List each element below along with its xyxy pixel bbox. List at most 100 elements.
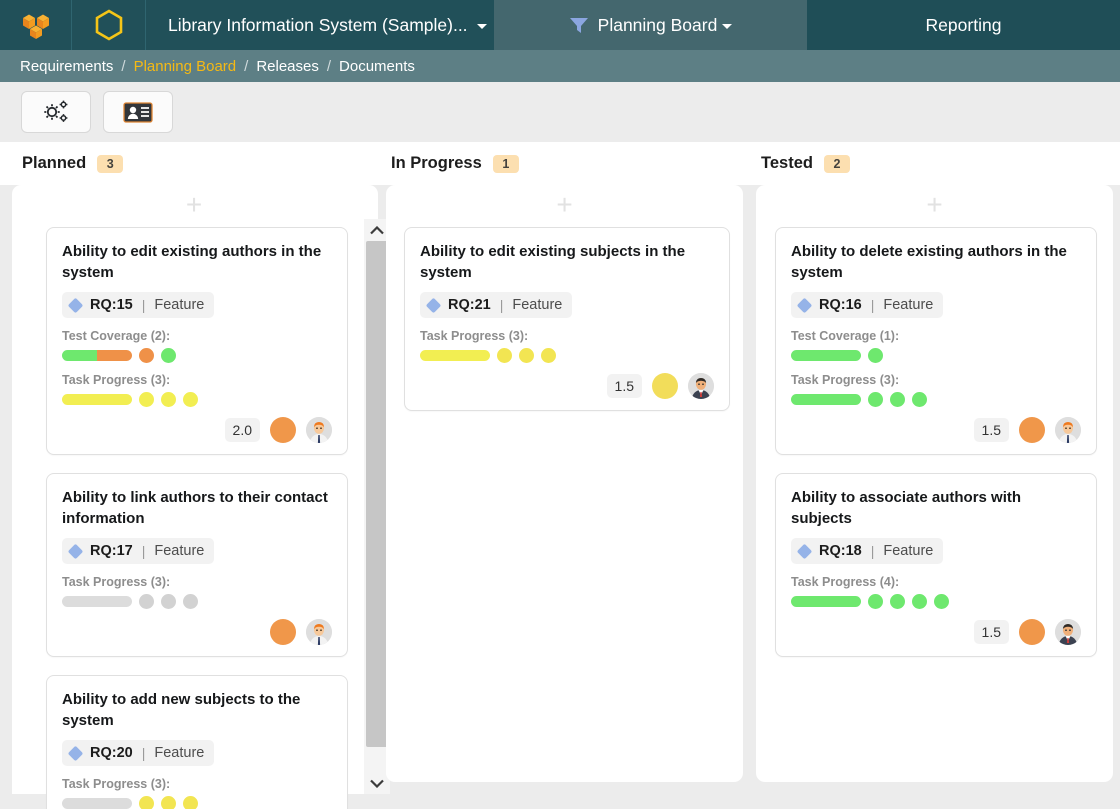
column-cards-tested: Ability to delete existing authors in th… <box>756 227 1113 657</box>
metric-dot <box>161 796 176 809</box>
card-title: Ability to delete existing authors in th… <box>791 241 1081 283</box>
column-header-tested: Tested 2 <box>761 154 850 173</box>
pill-divider: | <box>142 543 146 559</box>
metric-bar-segment <box>420 350 490 361</box>
metric-dot <box>139 594 154 609</box>
metric-dot <box>912 594 927 609</box>
card-score-badge: 1.5 <box>974 418 1009 442</box>
requirement-id-pill[interactable]: RQ:20|Feature <box>62 740 214 766</box>
card-title: Ability to link authors to their contact… <box>62 487 332 529</box>
column-header-planned: Planned 3 <box>22 154 123 173</box>
pill-divider: | <box>142 745 146 761</box>
board-column-in-progress: + Ability to edit existing subjects in t… <box>386 185 743 782</box>
breadcrumb-item-releases[interactable]: Releases <box>256 58 319 75</box>
requirement-id-pill[interactable]: RQ:21|Feature <box>420 292 572 318</box>
requirement-card[interactable]: Ability to add new subjects to the syste… <box>46 675 348 809</box>
requirement-type: Feature <box>154 745 204 761</box>
metric-indicator-row <box>62 392 332 407</box>
id-card-button[interactable] <box>103 91 173 133</box>
metric-bar <box>62 394 132 405</box>
requirement-type: Feature <box>512 297 562 313</box>
planning-board: + Ability to edit existing authors in th… <box>0 185 1120 794</box>
metric-bar <box>791 350 861 361</box>
card-score-badge: 1.5 <box>974 620 1009 644</box>
requirement-id: RQ:15 <box>90 297 133 313</box>
metric-label: Task Progress (4): <box>791 575 1081 589</box>
tab-planning-board[interactable]: Planning Board <box>494 0 807 50</box>
column-title: Planned <box>22 154 86 173</box>
pill-divider: | <box>142 297 146 313</box>
requirement-id-pill[interactable]: RQ:15|Feature <box>62 292 214 318</box>
plus-icon: + <box>926 195 942 215</box>
metric-indicator-row <box>791 594 1081 609</box>
project-selector[interactable]: Library Information System (Sample)... <box>146 0 494 50</box>
column-count-badge: 1 <box>493 155 519 173</box>
requirement-id-pill[interactable]: RQ:17|Feature <box>62 538 214 564</box>
card-title: Ability to add new subjects to the syste… <box>62 689 332 731</box>
requirement-id-pill[interactable]: RQ:18|Feature <box>791 538 943 564</box>
requirement-card[interactable]: Ability to delete existing authors in th… <box>775 227 1097 455</box>
metric-dot <box>868 392 883 407</box>
column-cards-planned: Ability to edit existing authors in the … <box>12 227 378 809</box>
requirement-id: RQ:18 <box>819 543 862 559</box>
requirement-type: Feature <box>883 297 933 313</box>
card-score-badge: 1.5 <box>607 374 642 398</box>
cube-cluster-logo-icon <box>19 8 53 42</box>
card-footer: 2.0 <box>62 417 332 443</box>
diamond-icon <box>68 745 84 761</box>
settings-gears-button[interactable] <box>21 91 91 133</box>
hexagon-button[interactable] <box>72 0 146 50</box>
funnel-filter-icon <box>569 17 589 34</box>
caret-down-icon <box>722 24 732 29</box>
breadcrumb-item-planning-board[interactable]: Planning Board <box>134 58 237 75</box>
metric-indicator-row <box>62 348 332 363</box>
breadcrumb-item-documents[interactable]: Documents <box>339 58 415 75</box>
requirement-card[interactable]: Ability to associate authors with subjec… <box>775 473 1097 657</box>
card-title: Ability to edit existing authors in the … <box>62 241 332 283</box>
avatar[interactable] <box>1055 619 1081 645</box>
requirement-id-pill[interactable]: RQ:16|Feature <box>791 292 943 318</box>
add-card-in-progress[interactable]: + <box>386 185 743 227</box>
metric-indicator-row <box>420 348 714 363</box>
card-footer <box>62 619 332 645</box>
add-card-tested[interactable]: + <box>756 185 1113 227</box>
diamond-icon <box>426 297 442 313</box>
avatar-image <box>1055 619 1081 645</box>
requirement-card[interactable]: Ability to link authors to their contact… <box>46 473 348 657</box>
requirement-id: RQ:17 <box>90 543 133 559</box>
status-blob <box>1019 417 1045 443</box>
metric-bar-segment <box>62 798 132 809</box>
tab-reporting[interactable]: Reporting <box>807 0 1120 50</box>
avatar[interactable] <box>1055 417 1081 443</box>
metric-label: Task Progress (3): <box>791 373 1081 387</box>
column-cards-in-progress: Ability to edit existing subjects in the… <box>386 227 743 411</box>
plus-icon: + <box>556 195 572 215</box>
app-logo[interactable] <box>0 0 72 50</box>
card-title: Ability to edit existing subjects in the… <box>420 241 714 283</box>
avatar[interactable] <box>306 619 332 645</box>
metric-bar-segment <box>791 394 861 405</box>
breadcrumb-item-requirements[interactable]: Requirements <box>20 58 113 75</box>
avatar[interactable] <box>688 373 714 399</box>
add-card-planned[interactable]: + <box>12 185 378 227</box>
avatar[interactable] <box>306 417 332 443</box>
metric-dot <box>890 392 905 407</box>
requirement-card[interactable]: Ability to edit existing authors in the … <box>46 227 348 455</box>
metric-dot <box>139 796 154 809</box>
metric-dot <box>161 348 176 363</box>
plus-icon: + <box>186 195 202 215</box>
pill-divider: | <box>871 297 875 313</box>
pill-divider: | <box>871 543 875 559</box>
metric-dot <box>868 348 883 363</box>
metric-bar <box>62 798 132 809</box>
metric-label: Task Progress (3): <box>420 329 714 343</box>
avatar-image <box>306 619 332 645</box>
breadcrumb: Requirements / Planning Board / Releases… <box>0 50 1120 82</box>
metric-bar-segment <box>791 596 861 607</box>
scrollbar-thumb[interactable] <box>366 241 388 747</box>
metric-dot <box>541 348 556 363</box>
metric-bar-segment <box>62 596 132 607</box>
requirement-card[interactable]: Ability to edit existing subjects in the… <box>404 227 730 411</box>
avatar-image <box>306 417 332 443</box>
metric-bar <box>420 350 490 361</box>
